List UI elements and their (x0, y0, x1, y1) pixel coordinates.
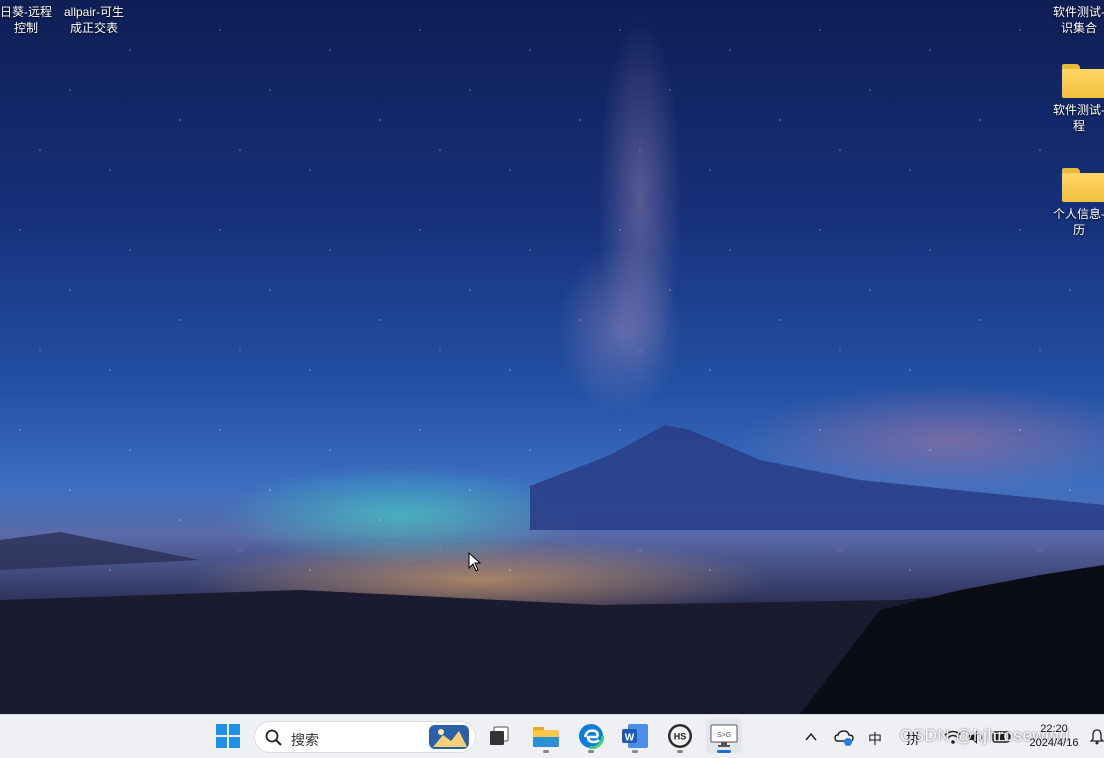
desktop-icon-label: 成正交表 (69, 21, 118, 35)
word-glyph: W (625, 733, 635, 744)
running-indicator (588, 750, 594, 753)
hs-app-icon: HS (668, 724, 692, 748)
show-hidden-icons-chevron-icon[interactable] (804, 731, 818, 743)
start-button[interactable] (210, 719, 246, 753)
desktop-icon-label: 控制 (13, 21, 38, 35)
folder-icon (1062, 168, 1104, 202)
taskbar-clock[interactable]: 22:20 2024/4/16 (1024, 722, 1084, 750)
desktop-icon-software-testing-knowledge[interactable]: 软件测试- 识集合 (1046, 4, 1104, 36)
clock-time: 22:20 (1040, 723, 1068, 735)
task-view-button[interactable] (481, 719, 517, 753)
desktop-icon-label: 软件测试- (1053, 5, 1104, 19)
remote-screen-app-button[interactable]: S>G (706, 719, 742, 753)
desktop-icon-label: 历 (1072, 223, 1085, 237)
windows-logo-icon (216, 724, 240, 748)
file-explorer-button[interactable] (528, 719, 564, 753)
running-indicator (543, 750, 549, 753)
desktop-folder-personal-resume[interactable]: 个人信息- 历 (1046, 168, 1104, 238)
running-indicator (632, 750, 638, 753)
desktop-folder-software-testing-course[interactable]: 软件测试- 程 (1046, 64, 1104, 134)
monitor-icon: S>G (710, 724, 738, 747)
hs-glyph: HS (674, 732, 687, 742)
desktop-icon-label: allpair-可生 (63, 5, 124, 19)
search-placeholder: 搜索 (291, 732, 319, 748)
onedrive-sync-icon[interactable] (834, 729, 854, 747)
desktop-icon-label: 识集合 (1060, 21, 1097, 35)
desktop-icon-allpair[interactable]: allpair-可生 成正交表 (56, 4, 132, 36)
edge-browser-button[interactable] (573, 719, 609, 753)
hs-app-button[interactable]: HS (662, 719, 698, 753)
taskbar-search-box[interactable]: 搜索 (254, 721, 476, 753)
ime-language-indicator[interactable]: 中 (868, 729, 882, 749)
task-view-icon (490, 726, 509, 745)
edge-icon (578, 723, 604, 749)
desktop-wallpaper (0, 0, 1104, 714)
notification-bell-icon[interactable] (1090, 729, 1104, 745)
desktop-icon-label: 软件测试- (1053, 103, 1104, 117)
folder-icon (533, 727, 559, 747)
active-indicator (717, 750, 731, 753)
desktop-icon-label: 个人信息- (1053, 207, 1104, 221)
desktop-icon-label: 日葵-远程 (0, 5, 52, 19)
word-button[interactable]: W (617, 719, 653, 753)
desktop-icon-sunlogin[interactable]: 日葵-远程 控制 (0, 4, 52, 36)
desktop-icon-label: 程 (1072, 119, 1085, 133)
mount-fuji-silhouette (0, 425, 1104, 714)
remote-screen-glyph: S>G (717, 732, 731, 739)
search-icon (265, 729, 282, 746)
mouse-cursor-icon (468, 552, 482, 572)
search-highlight-image-icon (429, 725, 469, 749)
clock-date: 2024/4/16 (1029, 737, 1079, 749)
running-indicator (677, 750, 683, 753)
folder-icon (1062, 64, 1104, 98)
word-icon: W (622, 724, 648, 748)
